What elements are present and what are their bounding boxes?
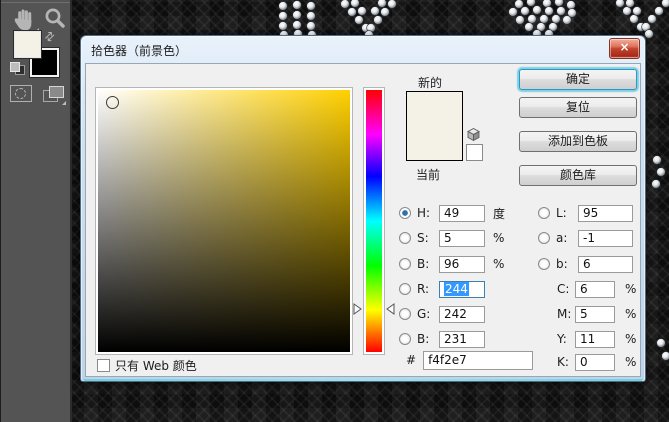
h-label: H: <box>417 206 431 220</box>
radio-s[interactable] <box>399 232 411 244</box>
color-field-gradient <box>98 90 350 352</box>
field-row-y: Y: % <box>538 330 636 348</box>
radio-lab-b[interactable] <box>538 258 550 270</box>
tools-panel: ⇄ <box>0 0 72 422</box>
field-row-g: G: <box>399 305 485 323</box>
color-field-marker[interactable] <box>106 96 119 109</box>
field-row-b: B: % <box>399 255 504 273</box>
a-label: a: <box>556 231 568 245</box>
default-foreground-square <box>10 62 20 72</box>
field-row-l: L: <box>538 204 633 222</box>
add-to-swatches-button[interactable]: 添加到色板 <box>519 131 637 152</box>
color-libraries-button[interactable]: 颜色库 <box>519 165 637 186</box>
b-input[interactable] <box>439 255 485 273</box>
new-color-swatch <box>407 92 462 126</box>
l-input[interactable] <box>578 204 633 222</box>
b-label: B: <box>417 257 430 271</box>
radio-a[interactable] <box>538 232 550 244</box>
radio-b[interactable] <box>399 258 411 270</box>
field-row-a: a: <box>538 229 633 247</box>
m-input[interactable] <box>575 305 615 323</box>
lab-b-input[interactable] <box>578 255 633 273</box>
hand-tool-icon[interactable] <box>11 6 39 32</box>
field-row-s: S: % <box>399 229 504 247</box>
radio-g[interactable] <box>399 308 411 320</box>
r-label: R: <box>417 282 430 296</box>
field-row-m: M: % <box>538 305 636 323</box>
y-unit: % <box>625 332 637 346</box>
s-label: S: <box>417 231 429 245</box>
hue-slider-left-arrow-icon[interactable] <box>353 303 362 315</box>
y-label: Y: <box>557 332 567 346</box>
l-label: L: <box>556 206 567 220</box>
web-only-checkbox[interactable] <box>97 359 110 372</box>
k-unit: % <box>625 355 637 369</box>
radio-l[interactable] <box>538 207 550 219</box>
y-input[interactable] <box>575 330 615 348</box>
toolbar-divider <box>1 2 70 3</box>
screen-mode-front-rect <box>49 86 64 98</box>
dialog-titlebar[interactable]: 拾色器（前景色） × <box>81 36 645 63</box>
field-row-lab-b: b: <box>538 255 633 273</box>
new-color-label: 新的 <box>418 76 443 90</box>
c-input[interactable] <box>575 280 615 298</box>
m-label: M: <box>557 307 572 321</box>
web-color-cube-icon <box>465 127 482 142</box>
radio-r[interactable] <box>399 283 411 295</box>
hue-gradient <box>366 90 382 352</box>
hue-slider[interactable] <box>363 87 385 355</box>
field-row-r: R: 244 <box>399 280 485 298</box>
color-preview-swatch <box>406 91 463 161</box>
k-input[interactable] <box>575 353 615 371</box>
web-only-label: 只有 Web 颜色 <box>115 359 197 373</box>
r-input[interactable]: 244 <box>439 280 485 298</box>
a-input[interactable] <box>578 229 633 247</box>
c-unit: % <box>625 282 637 296</box>
hex-input[interactable] <box>423 350 534 370</box>
hex-prefix: # <box>406 353 417 367</box>
r-selected-text: 244 <box>444 281 469 296</box>
radio-b2[interactable] <box>399 333 411 345</box>
field-row-h: H: 度 <box>399 204 505 222</box>
field-row-k: K: % <box>538 353 636 371</box>
b2-label: B: <box>417 332 430 346</box>
web-safe-color-swatch[interactable] <box>466 144 483 161</box>
lab-b-label: b: <box>556 257 568 271</box>
field-row-c: C: % <box>538 280 636 298</box>
h-unit: 度 <box>493 206 506 221</box>
hex-row: # <box>406 350 534 370</box>
k-label: K: <box>557 355 569 369</box>
g-label: G: <box>417 307 431 321</box>
s-unit: % <box>493 231 505 245</box>
ok-button[interactable]: 确定 <box>519 69 637 90</box>
current-color-swatch[interactable] <box>407 126 462 160</box>
color-picker-dialog: 拾色器（前景色） × 新的 当前 确定 复位 添加到色板 颜色库 H: 49 度… <box>80 35 646 382</box>
b-unit: % <box>493 257 505 271</box>
h-input[interactable] <box>439 204 485 222</box>
foreground-color-swatch[interactable] <box>14 31 41 58</box>
web-only-row: 只有 Web 颜色 <box>97 357 197 374</box>
dialog-title: 拾色器（前景色） <box>91 44 188 58</box>
close-icon[interactable]: × <box>609 38 640 59</box>
screen-mode-icon[interactable] <box>43 86 66 105</box>
s-input[interactable] <box>439 229 485 247</box>
hue-slider-right-arrow-icon[interactable] <box>386 303 395 315</box>
field-row-b2: B: <box>399 330 485 348</box>
current-color-label: 当前 <box>416 168 441 182</box>
reset-button[interactable]: 复位 <box>519 97 637 118</box>
quick-mask-icon[interactable] <box>10 85 32 102</box>
m-unit: % <box>625 307 637 321</box>
color-field[interactable] <box>95 87 353 355</box>
quick-mask-circle <box>15 88 26 99</box>
c-label: C: <box>557 282 570 296</box>
g-input[interactable] <box>439 305 485 323</box>
default-colors-icon[interactable] <box>10 62 25 75</box>
b2-input[interactable] <box>439 330 485 348</box>
radio-h[interactable] <box>399 207 411 219</box>
